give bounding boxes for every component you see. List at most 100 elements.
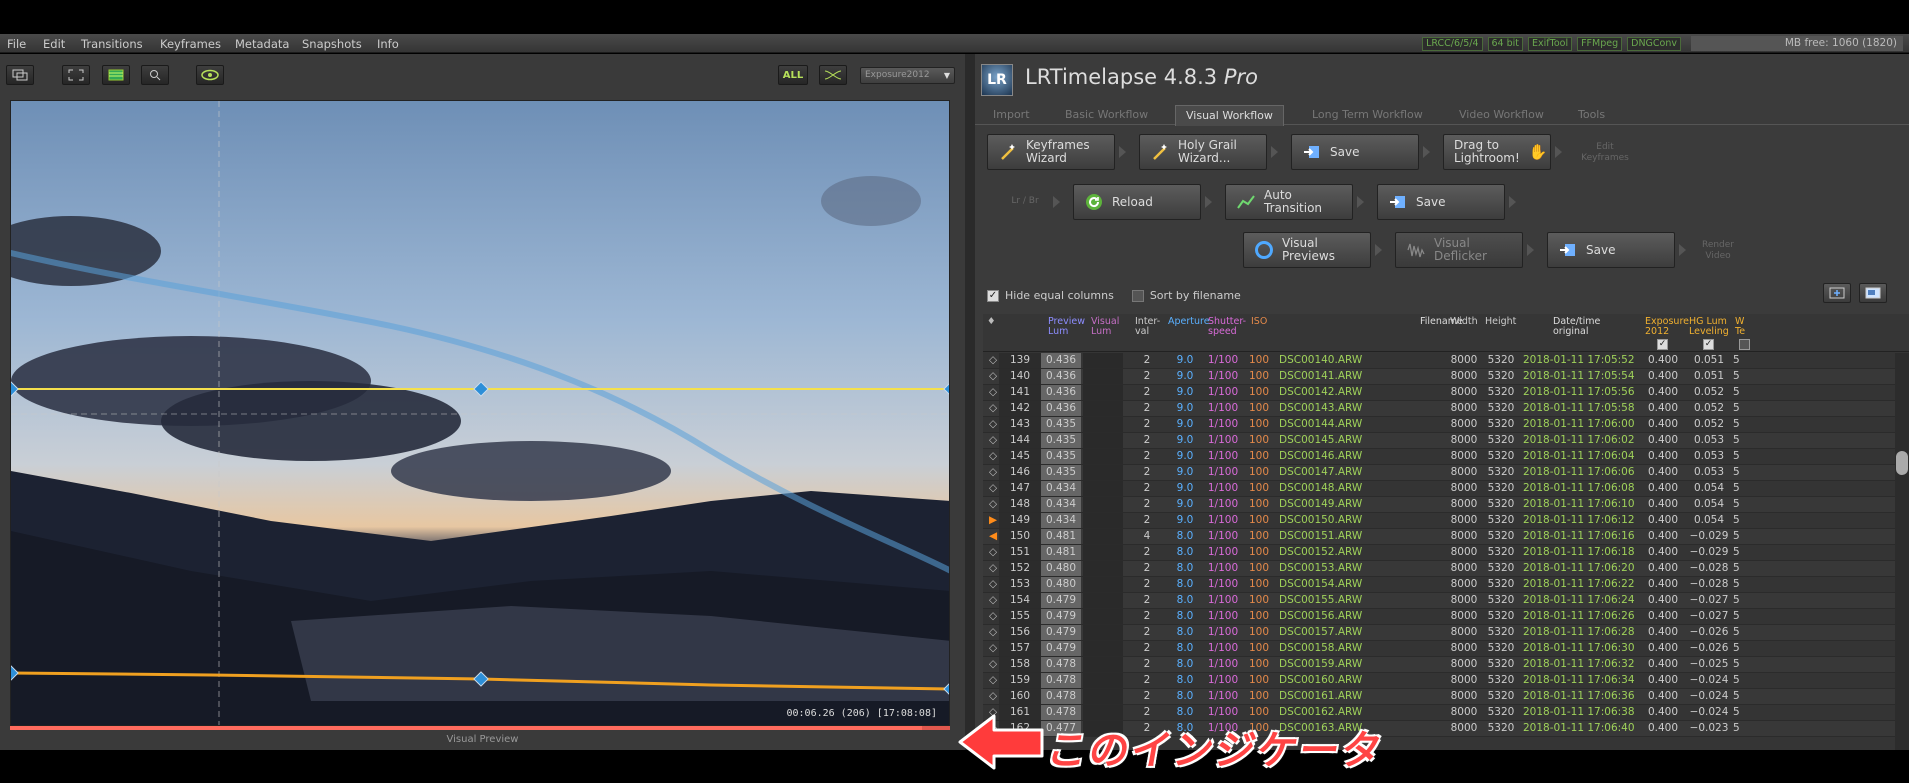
col-hg-lum-leveling[interactable]: HG Lum Leveling: [1689, 317, 1729, 337]
zoom-button[interactable]: [141, 65, 169, 85]
tab-long-term-workflow[interactable]: Long Term Workflow: [1312, 108, 1423, 121]
visual-preview-image[interactable]: 00:06.26 (206) [17:08:08]: [10, 100, 950, 726]
table-row[interactable]: ◇ 153 0.480 2 8.0 1/100 100 DSC00154.ARW 8000 532…: [983, 577, 1909, 593]
keyframe-marker-icon[interactable]: ◀: [987, 529, 999, 544]
menu-metadata[interactable]: Metadata: [235, 37, 289, 51]
keyframe-marker-icon[interactable]: ◇: [987, 561, 999, 576]
add-keyframe-button[interactable]: [1823, 283, 1851, 303]
tab-video-workflow[interactable]: Video Workflow: [1459, 108, 1544, 121]
keyframe-marker-icon[interactable]: ▶: [987, 513, 999, 528]
tab-import[interactable]: Import: [993, 108, 1030, 121]
col-preview-lum[interactable]: Preview Lum: [1048, 317, 1085, 337]
tab-basic-workflow[interactable]: Basic Workflow: [1065, 108, 1148, 121]
window-layout-button[interactable]: [6, 65, 34, 85]
menu-keyframes[interactable]: Keyframes: [160, 37, 221, 51]
table-row[interactable]: ◇ 151 0.481 2 8.0 1/100 100 DSC00152.ARW 8000 532…: [983, 545, 1909, 561]
table-row[interactable]: ◇ 152 0.480 2 8.0 1/100 100 DSC00153.ARW 8000 532…: [983, 561, 1909, 577]
curve-mode-button[interactable]: [819, 65, 847, 85]
table-row[interactable]: ◇ 140 0.436 2 9.0 1/100 100 DSC00141.ARW 8000 532…: [983, 369, 1909, 385]
menu-info[interactable]: Info: [377, 37, 399, 51]
keyframe-marker-icon[interactable]: ◇: [987, 353, 999, 368]
preview-toggle-button[interactable]: [196, 65, 224, 85]
table-row[interactable]: ◇ 160 0.478 2 8.0 1/100 100 DSC00161.ARW 8000 532…: [983, 689, 1909, 705]
table-row[interactable]: ◇ 159 0.478 2 8.0 1/100 100 DSC00160.ARW 8000 532…: [983, 673, 1909, 689]
col-width[interactable]: Width: [1450, 317, 1478, 327]
table-row[interactable]: ◇ 143 0.435 2 9.0 1/100 100 DSC00144.ARW 8000 532…: [983, 417, 1909, 433]
col-shutter[interactable]: Shutter- speed: [1208, 317, 1246, 337]
col-iso[interactable]: ISO: [1251, 317, 1267, 327]
auto-transition-button[interactable]: Auto Transition: [1225, 184, 1353, 220]
keyframe-marker-icon[interactable]: ◇: [987, 673, 999, 688]
col-exposure-2012[interactable]: Exposure 2012: [1645, 317, 1689, 337]
table-row[interactable]: ◇ 154 0.479 2 8.0 1/100 100 DSC00155.ARW 8000 532…: [983, 593, 1909, 609]
sequence-table[interactable]: ♦ Preview Lum Visual Lum Inter- val Aper…: [983, 314, 1909, 750]
pane-divider[interactable]: [965, 54, 975, 750]
table-view-button[interactable]: [102, 65, 130, 85]
playback-progress-bar[interactable]: [10, 726, 950, 730]
col-datetime[interactable]: Date/time original: [1553, 317, 1600, 337]
menu-transitions[interactable]: Transitions: [81, 37, 143, 51]
menu-edit[interactable]: Edit: [43, 37, 65, 51]
table-row[interactable]: ◇ 142 0.436 2 9.0 1/100 100 DSC00143.ARW 8000 532…: [983, 401, 1909, 417]
keyframe-marker-icon[interactable]: ◇: [987, 641, 999, 656]
keyframe-marker-icon[interactable]: ◇: [987, 609, 999, 624]
col-interval[interactable]: Inter- val: [1135, 317, 1160, 337]
drag-to-lightroom-button[interactable]: Drag to Lightroom! ✋: [1443, 134, 1551, 170]
sort-by-filename-option[interactable]: Sort by filename: [1131, 289, 1241, 302]
curve-parameter-select[interactable]: Exposure2012 ▼: [860, 67, 955, 84]
keyframe-marker-icon[interactable]: ◇: [987, 625, 999, 640]
keyframe-marker-icon[interactable]: ◇: [987, 577, 999, 592]
keyframe-marker-icon[interactable]: ◇: [987, 657, 999, 672]
keyframe-marker-icon[interactable]: ◇: [987, 689, 999, 704]
fullscreen-button[interactable]: [62, 65, 90, 85]
keyframe-marker-icon[interactable]: ◇: [987, 465, 999, 480]
table-row[interactable]: ◇ 144 0.435 2 9.0 1/100 100 DSC00145.ARW 8000 532…: [983, 433, 1909, 449]
table-row[interactable]: ◇ 147 0.434 2 9.0 1/100 100 DSC00148.ARW 8000 532…: [983, 481, 1909, 497]
keyframe-marker-icon[interactable]: ◇: [987, 497, 999, 512]
save-metadata-button-3[interactable]: Save: [1547, 232, 1675, 268]
all-curves-button[interactable]: ALL: [778, 65, 808, 85]
table-row[interactable]: ◇ 139 0.436 2 9.0 1/100 100 DSC00140.ARW 8000 532…: [983, 353, 1909, 369]
hide-equal-columns-option[interactable]: ✓ Hide equal columns: [987, 289, 1114, 302]
table-row[interactable]: ◇ 148 0.434 2 9.0 1/100 100 DSC00149.ARW 8000 532…: [983, 497, 1909, 513]
menu-file[interactable]: File: [7, 37, 26, 51]
save-metadata-button-2[interactable]: Save: [1377, 184, 1505, 220]
reload-button[interactable]: Reload: [1073, 184, 1201, 220]
tab-visual-workflow[interactable]: Visual Workflow: [1175, 105, 1284, 126]
keyframe-marker-icon[interactable]: ◇: [987, 369, 999, 384]
table-row[interactable]: ◀ 150 0.481 4 8.0 1/100 100 DSC00151.ARW 8000 532…: [983, 529, 1909, 545]
table-row[interactable]: ◇ 158 0.478 2 8.0 1/100 100 DSC00159.ARW 8000 532…: [983, 657, 1909, 673]
holy-grail-wizard-button[interactable]: Holy Grail Wizard...: [1139, 134, 1267, 170]
col-keyframe[interactable]: ♦: [987, 317, 996, 327]
hg-lum-column-checkbox[interactable]: ✓: [1703, 339, 1714, 350]
keyframe-marker-icon[interactable]: ◇: [987, 433, 999, 448]
table-row[interactable]: ◇ 157 0.479 2 8.0 1/100 100 DSC00158.ARW 8000 532…: [983, 641, 1909, 657]
white-temp-column-checkbox[interactable]: [1739, 339, 1750, 350]
scrollbar-thumb[interactable]: [1896, 451, 1908, 475]
table-row[interactable]: ◇ 155 0.479 2 8.0 1/100 100 DSC00156.ARW 8000 532…: [983, 609, 1909, 625]
tab-tools[interactable]: Tools: [1578, 108, 1605, 121]
keyframe-marker-icon[interactable]: ◇: [987, 593, 999, 608]
sort-by-filename-checkbox[interactable]: [1131, 289, 1144, 302]
keyframe-marker-icon[interactable]: ◇: [987, 449, 999, 464]
exposure-column-checkbox[interactable]: ✓: [1657, 339, 1668, 350]
table-row[interactable]: ◇ 156 0.479 2 8.0 1/100 100 DSC00157.ARW 8000 532…: [983, 625, 1909, 641]
keyframe-marker-icon[interactable]: ◇: [987, 417, 999, 432]
keyframe-marker-icon[interactable]: ◇: [987, 481, 999, 496]
menu-snapshots[interactable]: Snapshots: [302, 37, 362, 51]
hide-equal-columns-checkbox[interactable]: ✓: [987, 289, 999, 302]
table-row[interactable]: ◇ 141 0.436 2 9.0 1/100 100 DSC00142.ARW 8000 532…: [983, 385, 1909, 401]
keyframes-wizard-button[interactable]: Keyframes Wizard: [987, 134, 1115, 170]
keyframe-marker-icon[interactable]: ◇: [987, 401, 999, 416]
table-row[interactable]: ◇ 146 0.435 2 9.0 1/100 100 DSC00147.ARW 8000 532…: [983, 465, 1909, 481]
col-height[interactable]: Height: [1485, 317, 1516, 327]
keyframe-marker-icon[interactable]: ◇: [987, 385, 999, 400]
table-row[interactable]: ◇ 145 0.435 2 9.0 1/100 100 DSC00146.ARW 8000 532…: [983, 449, 1909, 465]
visual-deflicker-button[interactable]: Visual Deflicker: [1395, 232, 1523, 268]
table-row[interactable]: ▶ 149 0.434 2 9.0 1/100 100 DSC00150.ARW 8000 532…: [983, 513, 1909, 529]
col-visual-lum[interactable]: Visual Lum: [1091, 317, 1119, 337]
visual-previews-button[interactable]: Visual Previews: [1243, 232, 1371, 268]
table-scrollbar[interactable]: [1895, 353, 1909, 750]
export-button[interactable]: [1859, 283, 1887, 303]
col-aperture[interactable]: Aperture: [1168, 317, 1210, 327]
